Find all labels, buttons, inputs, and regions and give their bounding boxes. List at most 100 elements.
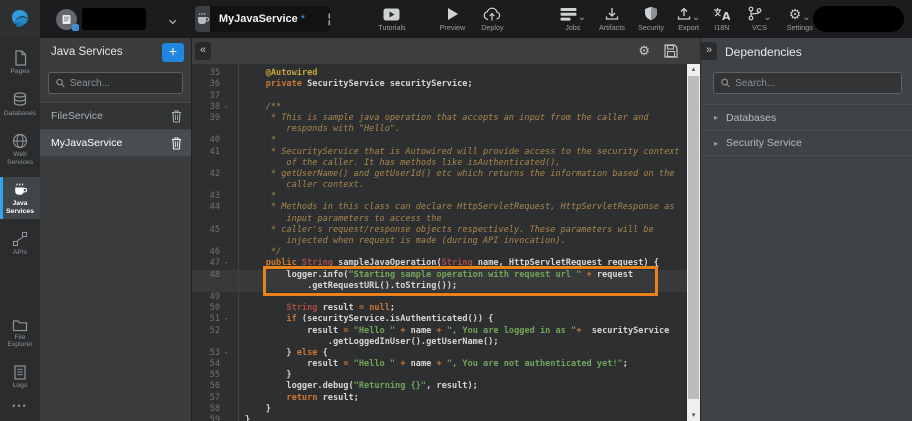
code-line-wrap[interactable]: .getRequestURL().toString());: [192, 281, 687, 292]
preview-button[interactable]: Preview: [440, 6, 466, 32]
dependency-item-databases[interactable]: ▸ Databases: [701, 104, 912, 130]
tab-myjavaservice[interactable]: MyJavaService *: [210, 6, 314, 32]
expand-dependencies-button[interactable]: »: [701, 42, 717, 60]
code-line-49[interactable]: 49: [192, 292, 687, 303]
code-line-57[interactable]: 57 return result;: [192, 393, 687, 404]
code-line-44[interactable]: 44 * Methods in this class can declare H…: [192, 202, 687, 213]
code-line-36[interactable]: 36 private SecurityService securityServi…: [192, 79, 687, 90]
translate-icon: A: [713, 6, 730, 21]
code-line-41[interactable]: 41 * SecurityService that is Autowired w…: [192, 147, 687, 158]
code-line-47[interactable]: 47- public String sampleJavaOperation(St…: [192, 258, 687, 269]
dependency-item-security-service[interactable]: ▸ Security Service: [701, 130, 912, 156]
code-line-wrap[interactable]: of the caller. It has methods like isAut…: [192, 158, 687, 169]
security-button[interactable]: Security: [638, 6, 664, 32]
code-line-40[interactable]: 40 *: [192, 135, 687, 146]
code-line-58[interactable]: 58 }: [192, 404, 687, 415]
code-line-wrap[interactable]: input parameters to access the: [192, 214, 687, 225]
sidebar-item-web-services[interactable]: Web Services: [0, 128, 40, 170]
sidebar-item-java-services[interactable]: Java Services: [0, 177, 40, 219]
sidebar-item-logs[interactable]: Logs: [0, 360, 40, 394]
wavemaker-logo-icon: [9, 8, 31, 30]
jobs-list-icon: [560, 7, 577, 21]
code-line-wrap[interactable]: caller context.: [192, 180, 687, 191]
add-java-service-button[interactable]: +: [162, 43, 184, 62]
code-line-59[interactable]: 59}: [192, 415, 687, 421]
services-search-input[interactable]: [70, 78, 175, 89]
code-line-43[interactable]: 43 *: [192, 191, 687, 202]
sidebar-spacer: [0, 261, 40, 306]
collapse-services-panel-button[interactable]: «: [195, 42, 211, 60]
coffee-icon: [12, 182, 28, 198]
save-icon[interactable]: [664, 44, 678, 58]
service-item-fileservice[interactable]: FileService: [40, 103, 191, 130]
settings-chevron-down-icon: ⌄: [802, 15, 810, 21]
code-line-39[interactable]: 39 * This is sample java operation that …: [192, 113, 687, 124]
code-rows[interactable]: 3435 @Autowired36 private SecurityServic…: [192, 64, 687, 421]
redacted-project-name: [82, 8, 146, 30]
code-line-45[interactable]: 45 * caller's request/response objects r…: [192, 225, 687, 236]
dependencies-title: Dependencies: [725, 45, 802, 59]
branch-icon: [747, 6, 762, 21]
java-services-panel: Java Services + FileService: [40, 38, 192, 421]
services-search[interactable]: [48, 72, 183, 94]
vcs-button[interactable]: ⌄ VCS: [747, 6, 771, 32]
trash-icon[interactable]: [171, 137, 182, 150]
edit-badge-icon: [72, 24, 79, 31]
vcs-chevron-down-icon: ⌄: [763, 15, 771, 21]
svg-text:A: A: [722, 10, 730, 21]
editor-toolbar: « ⚙: [192, 38, 700, 64]
sidebar-item-pages[interactable]: Pages: [0, 45, 40, 80]
sidebar-item-databases[interactable]: Databases: [0, 87, 40, 122]
service-item-myjavaservice[interactable]: MyJavaService: [40, 130, 191, 157]
globe-icon: [12, 133, 28, 149]
sidebar-item-apis[interactable]: APIs: [0, 226, 40, 261]
deploy-button[interactable]: Deploy: [481, 6, 503, 32]
app-logo[interactable]: [0, 0, 40, 38]
code-line-51[interactable]: 51- if (securityService.isAuthenticated(…: [192, 314, 687, 325]
code-line-37[interactable]: 37: [192, 91, 687, 102]
dependencies-panel: » Dependencies ▸ Databases ▸ Security Se…: [700, 38, 912, 421]
scroll-down-arrow-icon[interactable]: ▾: [687, 410, 700, 421]
code-line-55[interactable]: 55 }: [192, 370, 687, 381]
code-line-46[interactable]: 46 */: [192, 247, 687, 258]
play-icon: [446, 6, 459, 21]
i18n-button[interactable]: A I18N: [713, 6, 730, 32]
expand-arrow-icon: ▸: [714, 113, 718, 122]
open-service-tab[interactable]: MyJavaService *: [195, 6, 331, 32]
project-avatar[interactable]: [56, 9, 77, 30]
code-line-35[interactable]: 35 @Autowired: [192, 68, 687, 79]
export-chevron-down-icon: ⌄: [692, 15, 700, 21]
code-line-wrap[interactable]: .getLoggedInUser().getUserName();: [192, 337, 687, 348]
code-line-42[interactable]: 42 * getUserName() and getUserId() etc w…: [192, 169, 687, 180]
trash-icon[interactable]: [171, 110, 182, 123]
project-chevron-down-icon[interactable]: ⌄: [166, 15, 180, 23]
scroll-up-arrow-icon[interactable]: ▴: [687, 64, 700, 75]
settings-button[interactable]: ⚙ ⌄ Settings: [787, 6, 813, 32]
dependencies-search-input[interactable]: [735, 78, 894, 89]
code-line-38[interactable]: 38- /**: [192, 102, 687, 113]
code-line-50[interactable]: 50 String result = null;: [192, 303, 687, 314]
upload-icon: [677, 7, 691, 21]
tutorials-button[interactable]: Tutorials: [378, 6, 405, 32]
left-rail: Pages Databases Web Services: [0, 38, 40, 421]
more-options-dots-icon[interactable]: •••: [0, 393, 40, 421]
code-line-wrap[interactable]: responds with "Hello".: [192, 124, 687, 135]
search-icon: [56, 78, 65, 88]
sidebar-item-file-explorer[interactable]: File Explorer: [0, 313, 40, 353]
code-line-53[interactable]: 53- } else {: [192, 348, 687, 359]
scrollbar-thumb[interactable]: [688, 76, 699, 399]
code-line-52[interactable]: 52 result = "Hello " + name + ", You are…: [192, 326, 687, 337]
export-button[interactable]: ⌄ Export: [677, 6, 700, 32]
editor-scrollbar[interactable]: ▴ ▾: [687, 64, 700, 421]
code-line-48[interactable]: 48 logger.info("Starting sample operatio…: [192, 270, 687, 281]
tab-list-grid-icon[interactable]: [314, 6, 330, 32]
tab-coffee-icon: [195, 6, 210, 32]
dependencies-search[interactable]: [713, 72, 902, 94]
jobs-button[interactable]: ⌄ Jobs: [560, 6, 586, 32]
code-line-56[interactable]: 56 logger.debug("Returning {}", result);: [192, 381, 687, 392]
artifacts-button[interactable]: Artifacts: [599, 6, 625, 32]
code-line-54[interactable]: 54 result = "Hello " + name + ", You are…: [192, 359, 687, 370]
editor-settings-gear-icon[interactable]: ⚙: [638, 44, 650, 58]
code-editor[interactable]: « ⚙ 3435 @Autowired36 private SecuritySe…: [192, 38, 700, 421]
code-line-wrap[interactable]: injected when request is made (during AP…: [192, 236, 687, 247]
